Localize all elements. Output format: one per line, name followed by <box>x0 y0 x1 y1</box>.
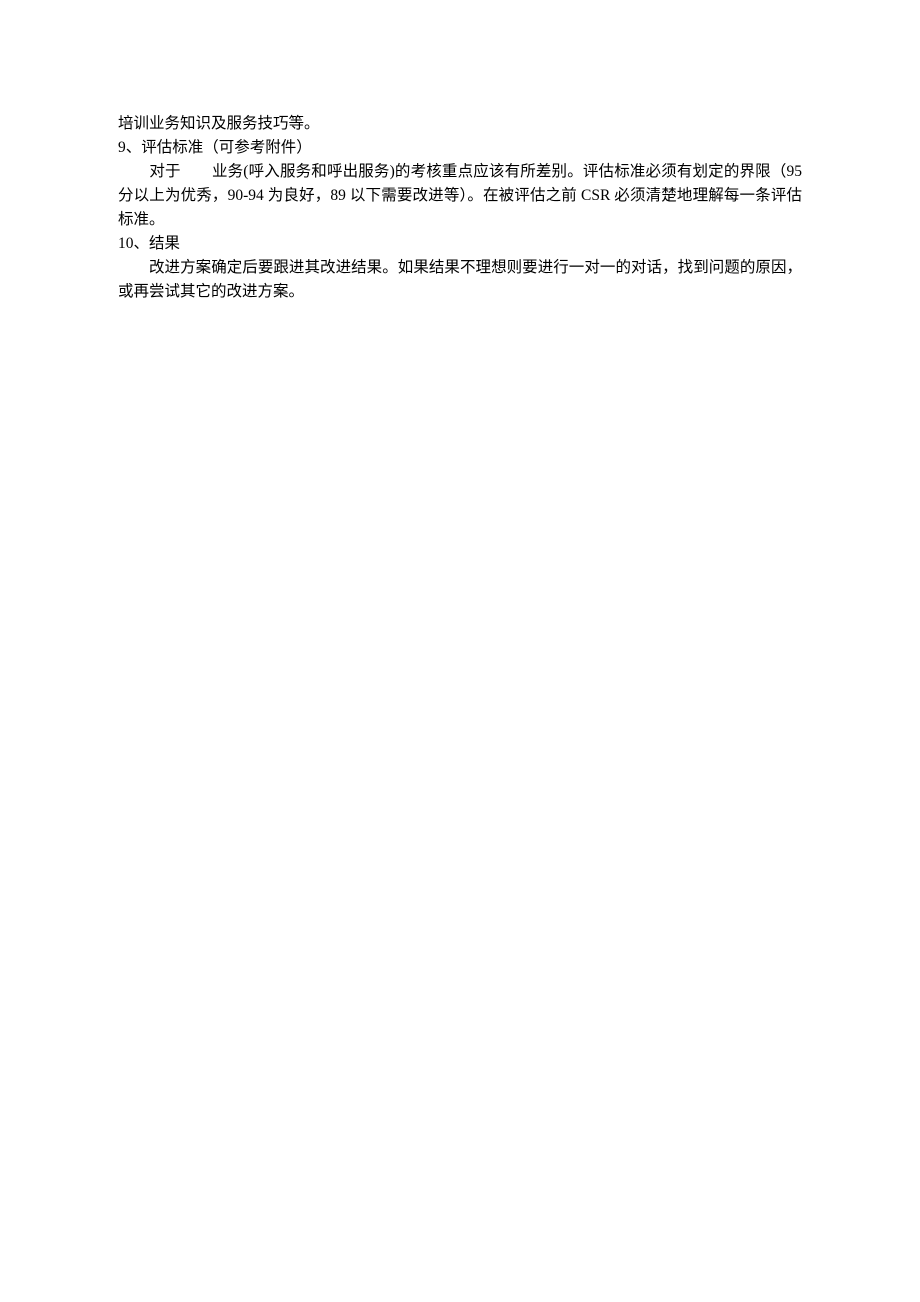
document-body: 培训业务知识及服务技巧等。 9、评估标准（可参考附件） 对于 业务(呼入服务和呼… <box>118 112 802 304</box>
paragraph-evaluation-standard: 对于 业务(呼入服务和呼出服务)的考核重点应该有所差别。评估标准必须有划定的界限… <box>118 160 802 232</box>
heading-item-9: 9、评估标准（可参考附件） <box>118 136 802 160</box>
paragraph-training-skills: 培训业务知识及服务技巧等。 <box>118 112 802 136</box>
paragraph-result: 改进方案确定后要跟进其改进结果。如果结果不理想则要进行一对一的对话，找到问题的原… <box>118 256 802 304</box>
heading-item-10: 10、结果 <box>118 232 802 256</box>
